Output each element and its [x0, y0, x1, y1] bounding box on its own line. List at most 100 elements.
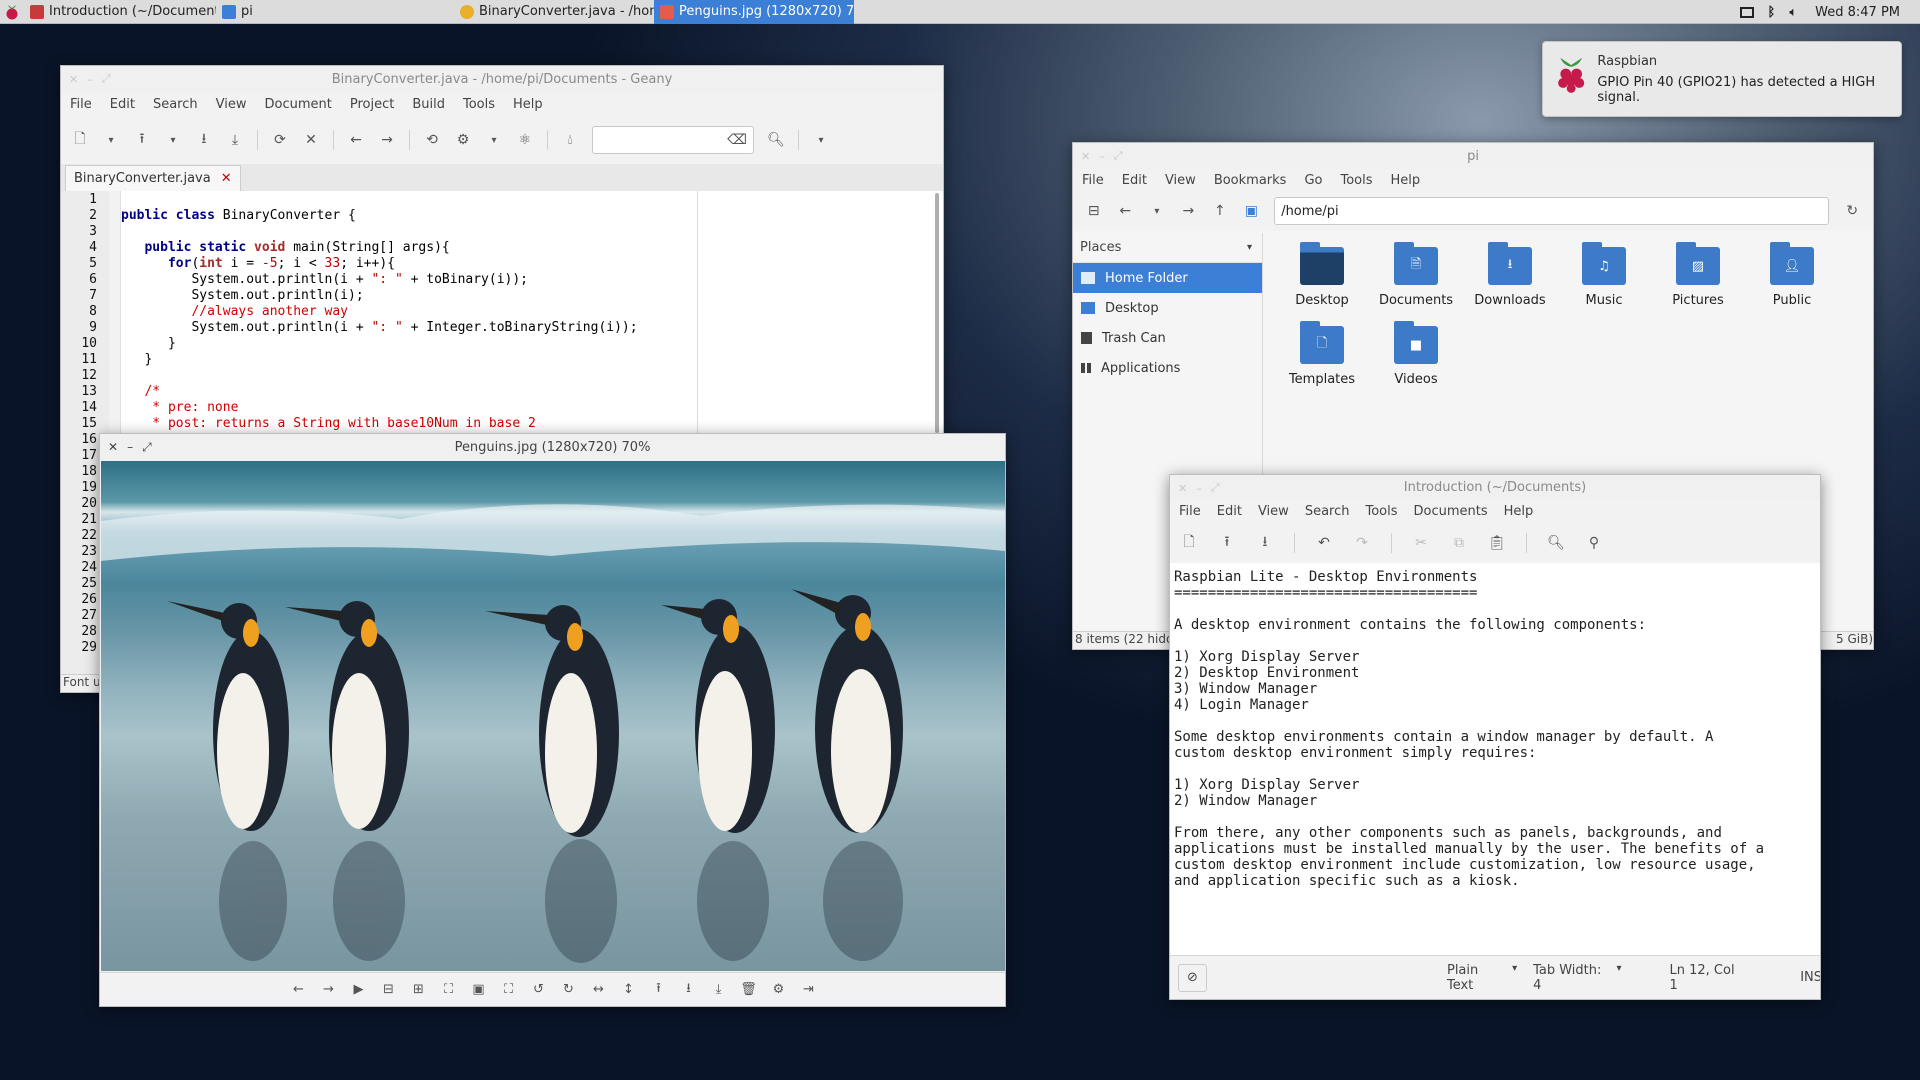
new-file-icon[interactable]: 🗋︎: [71, 128, 89, 152]
menu-edit[interactable]: Edit: [110, 97, 135, 112]
tab-width-selector[interactable]: Tab Width: 4 ▾: [1533, 963, 1621, 993]
task-pi[interactable]: pi: [216, 0, 412, 24]
back-icon[interactable]: ←: [1117, 203, 1135, 219]
menu-search[interactable]: Search: [1305, 504, 1350, 519]
open-icon[interactable]: ⭱: [1218, 531, 1236, 555]
save-all-icon[interactable]: ⤓: [226, 132, 244, 148]
menu-edit[interactable]: Edit: [1122, 173, 1147, 188]
task-introduction[interactable]: Introduction (~/Documents): [24, 0, 216, 24]
open-icon[interactable]: ⭱: [133, 128, 151, 152]
search-icon[interactable]: 🔍︎: [767, 132, 785, 148]
color-chooser-icon[interactable]: 💧︎: [561, 132, 579, 148]
clock[interactable]: Wed 8:47 PM: [1815, 5, 1900, 20]
task-geany[interactable]: BinaryConverter.java - /hom...: [454, 0, 654, 24]
undo-icon[interactable]: ↶: [1315, 535, 1333, 551]
close-icon[interactable]: ✕: [1178, 482, 1187, 495]
task-penguins[interactable]: Penguins.jpg (1280x720) 70%: [654, 0, 854, 24]
close-tab-icon[interactable]: ✕: [221, 171, 232, 186]
copy-icon[interactable]: ⧉: [1450, 535, 1468, 551]
new-icon[interactable]: 🗋︎: [1180, 531, 1198, 555]
next-icon[interactable]: →: [320, 982, 338, 997]
folder-desktop[interactable]: Desktop: [1291, 242, 1353, 308]
maximize-icon[interactable]: ⤢: [142, 440, 152, 455]
notification-popup[interactable]: Raspbian GPIO Pin 40 (GPIO21) has detect…: [1542, 41, 1902, 117]
folder-pictures[interactable]: ▨ Pictures: [1667, 242, 1729, 308]
folder-public[interactable]: 👤︎ Public: [1761, 242, 1823, 308]
menu-file[interactable]: File: [70, 97, 92, 112]
paste-icon[interactable]: 📋︎: [1488, 535, 1506, 551]
document-text[interactable]: Raspbian Lite - Desktop Environments ===…: [1170, 563, 1820, 957]
places-header[interactable]: Places ▾: [1073, 233, 1262, 263]
folder-music[interactable]: ♫ Music: [1573, 242, 1635, 308]
menu-file[interactable]: File: [1082, 173, 1104, 188]
folder-templates[interactable]: 🗋︎ Templates: [1289, 321, 1355, 387]
menu-help[interactable]: Help: [513, 97, 543, 112]
maximize-icon[interactable]: ⤢: [102, 72, 111, 86]
new-tab-icon[interactable]: ⊟: [1085, 203, 1103, 219]
search-field[interactable]: ⌫: [592, 126, 754, 154]
volume-icon[interactable]: 🔈︎: [1789, 5, 1797, 20]
menu-tools[interactable]: Tools: [1340, 173, 1372, 188]
revert-icon[interactable]: ⟳: [271, 132, 289, 148]
forward-icon[interactable]: →: [1180, 203, 1198, 219]
refresh-icon[interactable]: ↻: [1843, 203, 1861, 219]
cut-icon[interactable]: ✂: [1412, 535, 1430, 551]
menu-documents[interactable]: Documents: [1414, 504, 1488, 519]
close-icon[interactable]: ✕: [69, 73, 78, 86]
flip-vertical-icon[interactable]: ↕: [620, 982, 638, 997]
maximize-icon[interactable]: ⤢: [1211, 481, 1220, 495]
save-icon[interactable]: ⭳: [680, 979, 698, 1001]
overflow-dropdown-icon[interactable]: ▾: [812, 135, 830, 146]
slideshow-icon[interactable]: ▶: [350, 982, 368, 997]
viewer-titlebar[interactable]: ✕ – ⤢ Penguins.jpg (1280x720) 70%: [100, 434, 1005, 460]
back-icon[interactable]: ←: [347, 132, 365, 148]
up-icon[interactable]: ↑: [1211, 203, 1229, 219]
find-icon[interactable]: 🔍︎: [1547, 535, 1565, 551]
delete-icon[interactable]: 🗑︎: [740, 982, 758, 997]
fm-titlebar[interactable]: ✕ – ⤢ pi: [1073, 143, 1873, 169]
dropdown-icon[interactable]: ▾: [164, 135, 182, 146]
menu-tools[interactable]: Tools: [463, 97, 495, 112]
menu-tools[interactable]: Tools: [1365, 504, 1397, 519]
close-file-icon[interactable]: ✕: [302, 132, 320, 148]
clear-icon[interactable]: ⌫: [727, 132, 747, 148]
zoom-out-icon[interactable]: ⊟: [380, 982, 398, 997]
build-icon[interactable]: ⚙︎: [454, 132, 472, 148]
redo-icon[interactable]: ↷: [1353, 535, 1371, 551]
place-applications[interactable]: Applications: [1073, 353, 1262, 383]
syntax-selector[interactable]: Plain Text ▾: [1447, 963, 1517, 993]
minimize-icon[interactable]: –: [1196, 482, 1202, 495]
place-home-folder[interactable]: Home Folder: [1073, 263, 1262, 293]
tab-binaryconverter[interactable]: BinaryConverter.java ✕: [65, 165, 241, 191]
menu-project[interactable]: Project: [350, 97, 394, 112]
minimize-icon[interactable]: –: [127, 440, 133, 454]
dropdown-icon[interactable]: ▾: [102, 135, 120, 146]
path-bar[interactable]: /home/pi: [1274, 197, 1830, 225]
close-icon[interactable]: ✕: [108, 440, 118, 454]
menu-file[interactable]: File: [1179, 504, 1201, 519]
place-desktop[interactable]: Desktop: [1073, 293, 1262, 323]
quit-icon[interactable]: ⇥: [800, 982, 818, 997]
menu-edit[interactable]: Edit: [1217, 504, 1242, 519]
previous-icon[interactable]: ←: [290, 982, 308, 997]
flip-horizontal-icon[interactable]: ↔: [590, 982, 608, 997]
menu-help[interactable]: Help: [1504, 504, 1534, 519]
find-replace-icon[interactable]: ⚲: [1585, 535, 1603, 551]
folder-videos[interactable]: ■ Videos: [1385, 321, 1447, 387]
menu-button[interactable]: [0, 0, 24, 24]
folder-downloads[interactable]: ⭳ Downloads: [1474, 242, 1546, 308]
open-icon[interactable]: ⭱: [650, 979, 668, 1001]
bluetooth-icon[interactable]: ᛒ: [1768, 5, 1776, 20]
place-trash[interactable]: Trash Can: [1073, 323, 1262, 353]
geany-titlebar[interactable]: ✕ – ⤢ BinaryConverter.java - /home/pi/Docu…: [61, 66, 943, 92]
execute-icon[interactable]: ⚛︎: [516, 132, 534, 148]
preferences-icon[interactable]: ⚙︎: [770, 982, 788, 997]
minimize-icon[interactable]: –: [87, 73, 93, 86]
status-icon[interactable]: ⊘: [1178, 963, 1207, 992]
menu-bookmarks[interactable]: Bookmarks: [1214, 173, 1287, 188]
menu-build[interactable]: Build: [412, 97, 445, 112]
save-icon[interactable]: ⭳: [1256, 531, 1274, 555]
vertical-scrollbar[interactable]: [935, 193, 939, 433]
menu-view[interactable]: View: [1165, 173, 1196, 188]
display-icon[interactable]: [1739, 6, 1754, 18]
